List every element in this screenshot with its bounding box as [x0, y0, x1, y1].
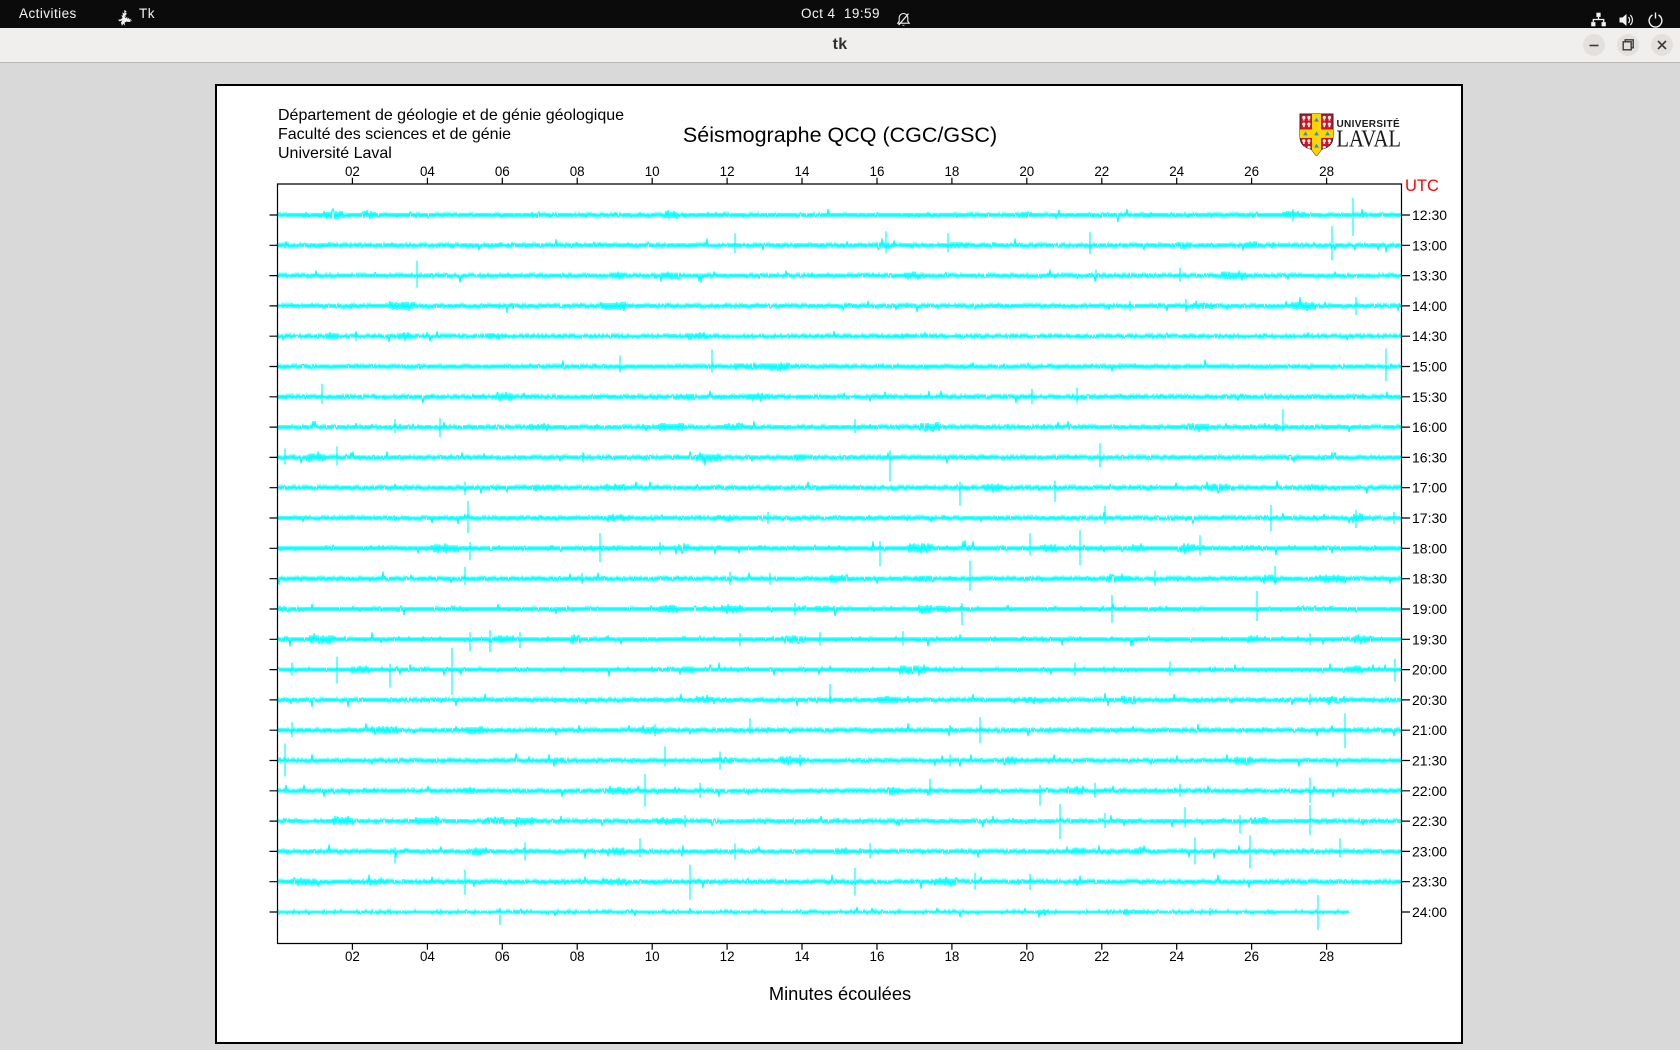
svg-text:17:30: 17:30	[1412, 510, 1447, 526]
svg-text:13:30: 13:30	[1412, 268, 1447, 284]
svg-text:26: 26	[1244, 949, 1259, 964]
svg-text:22: 22	[1094, 949, 1109, 964]
svg-text:20:30: 20:30	[1412, 692, 1447, 708]
svg-text:16:30: 16:30	[1412, 449, 1447, 465]
svg-text:02: 02	[345, 164, 360, 179]
svg-text:06: 06	[495, 164, 510, 179]
svg-text:Minutes écoulées: Minutes écoulées	[769, 983, 911, 1004]
svg-text:21:00: 21:00	[1412, 722, 1447, 738]
svg-text:22: 22	[1094, 164, 1109, 179]
svg-text:28: 28	[1319, 164, 1334, 179]
svg-text:08: 08	[570, 164, 585, 179]
svg-text:23:00: 23:00	[1412, 843, 1447, 859]
svg-text:24:00: 24:00	[1412, 904, 1447, 920]
svg-text:14: 14	[795, 949, 810, 964]
svg-text:28: 28	[1319, 949, 1334, 964]
svg-text:10: 10	[645, 164, 660, 179]
svg-text:04: 04	[420, 949, 435, 964]
svg-text:Faculté des sciences et de gén: Faculté des sciences et de génie	[278, 126, 511, 143]
svg-text:17:00: 17:00	[1412, 480, 1447, 496]
svg-text:14: 14	[795, 164, 810, 179]
svg-text:26: 26	[1244, 164, 1259, 179]
svg-text:15:30: 15:30	[1412, 389, 1447, 405]
svg-text:10: 10	[645, 949, 660, 964]
svg-text:19:30: 19:30	[1412, 631, 1447, 647]
svg-text:22:30: 22:30	[1412, 813, 1447, 829]
svg-text:Université Laval: Université Laval	[278, 145, 392, 162]
svg-text:12: 12	[720, 949, 735, 964]
svg-text:23:30: 23:30	[1412, 874, 1447, 890]
svg-text:21:30: 21:30	[1412, 753, 1447, 769]
svg-text:Séismographe QCQ (CGC/GSC): Séismographe QCQ (CGC/GSC)	[683, 123, 997, 147]
svg-text:16:00: 16:00	[1412, 419, 1447, 435]
svg-text:14:30: 14:30	[1412, 328, 1447, 344]
svg-text:19:00: 19:00	[1412, 601, 1447, 617]
svg-text:04: 04	[420, 164, 435, 179]
svg-text:18: 18	[944, 949, 959, 964]
svg-text:06: 06	[495, 949, 510, 964]
svg-text:20: 20	[1019, 164, 1034, 179]
svg-text:15:00: 15:00	[1412, 359, 1447, 375]
svg-text:22:00: 22:00	[1412, 783, 1447, 799]
svg-text:UTC: UTC	[1405, 177, 1439, 195]
svg-text:LAVAL: LAVAL	[1336, 125, 1401, 152]
svg-text:Département de géologie et de: Département de géologie et de génie géol…	[278, 107, 624, 124]
svg-text:12: 12	[720, 164, 735, 179]
svg-text:18:00: 18:00	[1412, 540, 1447, 556]
svg-text:13:00: 13:00	[1412, 237, 1447, 253]
svg-text:16: 16	[870, 949, 885, 964]
svg-text:08: 08	[570, 949, 585, 964]
svg-text:12:30: 12:30	[1412, 207, 1447, 223]
svg-text:20: 20	[1019, 949, 1034, 964]
svg-text:14:00: 14:00	[1412, 298, 1447, 314]
svg-text:20:00: 20:00	[1412, 662, 1447, 678]
svg-text:24: 24	[1169, 949, 1184, 964]
svg-text:18:30: 18:30	[1412, 571, 1447, 587]
svg-text:02: 02	[345, 949, 360, 964]
svg-text:18: 18	[944, 164, 959, 179]
svg-text:16: 16	[870, 164, 885, 179]
svg-text:24: 24	[1169, 164, 1184, 179]
